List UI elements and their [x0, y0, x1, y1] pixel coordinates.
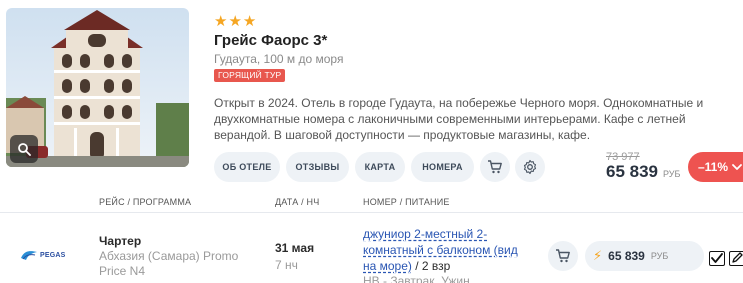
- table-divider: [0, 212, 743, 213]
- room-info: джуниор 2-местный 2-комнатный с балконом…: [363, 226, 533, 274]
- hotel-photo[interactable]: [6, 8, 189, 167]
- row-price-button[interactable]: ⚡ 65 839 РУБ: [585, 241, 704, 271]
- discount-label: –11%: [698, 160, 729, 174]
- lightning-icon: ⚡: [593, 248, 603, 263]
- operator-logo-text: PEGAS: [40, 251, 66, 259]
- select-checkbox[interactable]: [709, 251, 725, 266]
- row-price: 65 839: [608, 249, 645, 263]
- row-price-currency: РУБ: [650, 251, 669, 261]
- add-to-cart-button[interactable]: [480, 152, 510, 182]
- star-icon: ★: [214, 13, 228, 30]
- discount-toggle[interactable]: –11%: [688, 152, 743, 182]
- star-icon: ★: [228, 13, 242, 30]
- edit-checkbox[interactable]: [729, 251, 743, 266]
- operator-logo: PEGAS: [20, 249, 66, 261]
- column-header-room: НОМЕР / ПИТАНИЕ: [363, 197, 450, 207]
- tour-type: Чартер: [99, 234, 142, 248]
- chevron-down-icon: [732, 164, 742, 170]
- map-button[interactable]: КАРТА: [355, 152, 405, 182]
- tour-route: Абхазия (Самара) Promo Price N4: [99, 249, 239, 278]
- rooms-button[interactable]: НОМЕРА: [411, 152, 474, 182]
- column-header-date: ДАТА / НЧ: [275, 197, 320, 207]
- checkmark-icon: [711, 253, 723, 263]
- hotel-name[interactable]: Грейс Фаорс 3*: [214, 32, 327, 49]
- room-guests: / 2 взр: [411, 259, 451, 273]
- magnifier-icon: [18, 143, 31, 156]
- hot-tour-badge: ГОРЯЩИЙ ТУР: [214, 69, 286, 82]
- nights-count: 7 нч: [275, 258, 298, 272]
- hotel-location: Гудаута, 100 м до моря: [214, 52, 344, 66]
- cart-icon: [488, 160, 502, 174]
- reviews-button[interactable]: ОТЗЫВЫ: [286, 152, 349, 182]
- hotel-description: Открыт в 2024. Отель в городе Гудаута, н…: [214, 96, 704, 142]
- pencil-icon: [732, 252, 743, 263]
- settings-button[interactable]: [515, 152, 545, 182]
- hotel-stars: ★ ★ ★: [214, 14, 256, 29]
- star-icon: ★: [242, 13, 257, 30]
- row-add-to-cart-button[interactable]: [548, 241, 578, 271]
- about-hotel-button[interactable]: ОБ ОТЕЛЕ: [214, 152, 280, 182]
- cart-icon: [556, 249, 570, 263]
- current-price: 65 839: [606, 162, 658, 181]
- zoom-button[interactable]: [10, 135, 38, 163]
- column-header-route: РЕЙС / ПРОГРАММА: [99, 197, 192, 207]
- departure-date: 31 мая: [275, 241, 315, 255]
- gear-icon: [523, 159, 537, 175]
- price-currency: РУБ: [663, 169, 681, 179]
- meal-plan: НВ - Завтрак, Ужин: [363, 274, 470, 283]
- pegas-logo-icon: [21, 251, 37, 260]
